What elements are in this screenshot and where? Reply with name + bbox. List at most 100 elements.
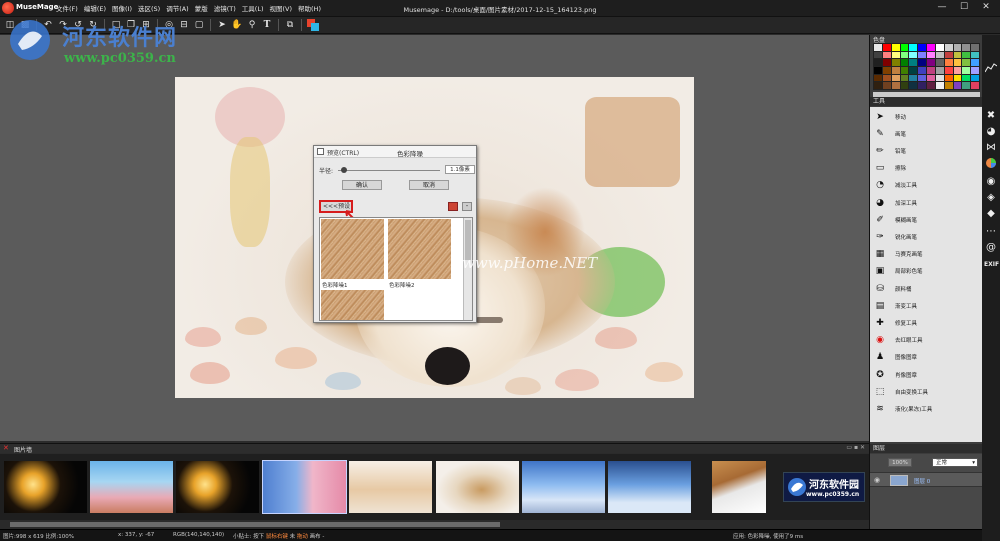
palette-swatch[interactable] [882,59,891,66]
preset-thumbnail[interactable] [321,290,384,320]
palette-swatch[interactable] [953,66,962,74]
palette-swatch[interactable] [909,82,918,89]
palette-swatch[interactable] [918,59,926,66]
tool-item[interactable]: ▤ 渐变工具 [870,297,983,314]
tool-item[interactable]: ✏ 铅笔 [870,142,983,159]
color-swap-icon[interactable] [306,18,320,32]
preset-thumbnail[interactable] [321,219,384,279]
filmstrip-thumbnail[interactable] [522,461,605,513]
eye-icon[interactable]: ◉ [874,476,880,484]
palette-swatch[interactable] [971,74,979,82]
palette-swatch[interactable] [882,51,891,59]
more-icon[interactable]: ⋯ [984,225,998,239]
filmstrip-thumbnail[interactable] [176,461,259,513]
palette-swatch[interactable] [891,51,900,59]
palette-swatch[interactable] [944,59,953,66]
palette-swatch[interactable] [900,66,909,74]
palette-swatch[interactable] [962,74,971,82]
palette-swatch[interactable] [900,74,909,82]
filmstrip-thumbnail[interactable] [608,461,691,513]
palette-swatch[interactable] [927,51,935,59]
palette-swatch[interactable] [882,74,891,82]
palette-swatch[interactable] [874,74,882,82]
at-icon[interactable]: @ [984,241,998,255]
palette-swatch[interactable] [891,59,900,66]
palette-swatch[interactable] [909,51,918,59]
tool-item[interactable]: ✪ 肖像图章 [870,366,983,383]
palette-swatch[interactable] [944,74,953,82]
palette-swatch[interactable] [953,44,962,51]
palette-swatch[interactable] [918,44,926,51]
tool-item[interactable]: ⬚ 自由变换工具 [870,383,983,400]
hand-icon[interactable]: ✋ [230,18,244,32]
palette-swatch[interactable] [953,82,962,89]
palette-swatch[interactable] [944,44,953,51]
palette-swatch[interactable] [953,59,962,66]
palette-swatch[interactable] [935,82,944,89]
palette-swatch[interactable] [944,82,953,89]
zoom-icon[interactable]: ⚲ [245,18,259,32]
palette-swatch[interactable] [882,44,891,51]
palette-swatch[interactable] [935,59,944,66]
palette-swatch[interactable] [900,82,909,89]
palette-swatch[interactable] [900,51,909,59]
layer-row[interactable]: ◉ 图层 0 [870,472,983,487]
tool-item[interactable]: ▦ 马赛克画笔 [870,246,983,263]
filmstrip-scrollbar-thumb[interactable] [10,522,500,527]
palette-swatch[interactable] [891,66,900,74]
cancel-button[interactable]: 取消 [409,180,449,190]
palette-swatch[interactable] [918,74,926,82]
radius-slider[interactable] [338,170,440,171]
palette-swatch[interactable] [927,44,935,51]
palette-swatch[interactable] [909,44,918,51]
delete-preset-button[interactable]: - [462,202,472,211]
add-preset-button[interactable] [448,202,458,211]
palette-swatch[interactable] [909,74,918,82]
palette-swatch[interactable] [874,66,882,74]
palette-swatch[interactable] [962,59,971,66]
tool-item[interactable]: ◉ 去红眼工具 [870,332,983,349]
close-button[interactable]: ✕ [976,1,996,15]
palette-swatch[interactable] [918,66,926,74]
canvas-workspace[interactable]: 预览(CTRL) 色彩降噪 半径: 1.1像素 确认 取消 <<<预设 - 色彩… [0,35,869,441]
exif-icon[interactable]: EXIF [984,258,999,272]
palette-swatch[interactable] [918,51,926,59]
palette-swatch[interactable] [927,82,935,89]
filmstrip-controls[interactable]: ▭ ▪ ✕ [846,444,865,451]
palette-swatch[interactable] [891,74,900,82]
camera-icon[interactable]: ◉ [984,175,998,189]
palette-swatch[interactable] [909,59,918,66]
palette-swatch[interactable] [935,66,944,74]
palette-swatch[interactable] [874,82,882,89]
palette-swatch[interactable] [927,74,935,82]
palette-swatch[interactable] [962,51,971,59]
histogram-icon[interactable] [984,61,998,75]
palette-swatch[interactable] [874,59,882,66]
radius-value-input[interactable]: 1.1像素 [445,165,475,174]
text-icon[interactable]: T [260,18,274,32]
radius-slider-handle[interactable] [341,167,348,173]
palette-swatch[interactable] [900,44,909,51]
palette-swatch[interactable] [953,51,962,59]
menu-item[interactable]: 帮助(H) [298,3,321,13]
palette-swatch[interactable] [953,74,962,82]
bowtie-icon[interactable]: ⋈ [984,141,998,155]
palette-swatch[interactable] [971,82,979,89]
tool-item[interactable]: ▭ 擦除 [870,160,983,177]
palette-swatch[interactable] [944,51,953,59]
filmstrip-thumbnail[interactable] [4,461,87,513]
palette-swatch[interactable] [935,44,944,51]
tool-item[interactable]: ✚ 修复工具 [870,314,983,331]
palette-swatch[interactable] [944,66,953,74]
tool-item[interactable]: ✑ 锐化画笔 [870,228,983,245]
color-palette[interactable] [873,43,980,90]
color-wheel-icon[interactable] [984,157,998,171]
menu-item[interactable]: 视图(V) [269,3,292,13]
palette-swatch[interactable] [891,44,900,51]
palette-swatch[interactable] [891,82,900,89]
palette-swatch[interactable] [962,66,971,74]
palette-swatch[interactable] [935,51,944,59]
tool-item[interactable]: ➤ 移动 [870,108,983,125]
diamond-icon[interactable]: ◆ [984,207,998,221]
palette-icon[interactable]: ◕ [984,125,998,139]
